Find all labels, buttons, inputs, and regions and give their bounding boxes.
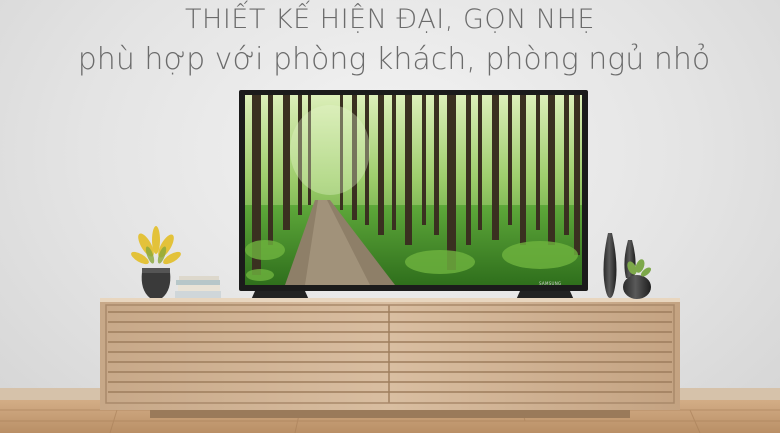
- stack-of-books: [175, 276, 221, 298]
- decorative-vases: [603, 233, 651, 299]
- forest-screen: [245, 95, 582, 285]
- tv-brand-logo: SAMSUNG: [539, 281, 562, 286]
- potted-plant: [131, 226, 181, 298]
- television: [239, 90, 588, 300]
- headline-title: THIẾT KẾ HIỆN ĐẠI, GỌN NHẸ: [185, 4, 595, 35]
- headline-subtitle: phù hợp với phòng khách, phòng ngủ nhỏ: [77, 42, 711, 77]
- tv-cabinet: [100, 298, 680, 418]
- living-room-scene: SAMSUNG THIẾT KẾ HIỆN ĐẠI, GỌN NHẸ phù h…: [0, 0, 780, 433]
